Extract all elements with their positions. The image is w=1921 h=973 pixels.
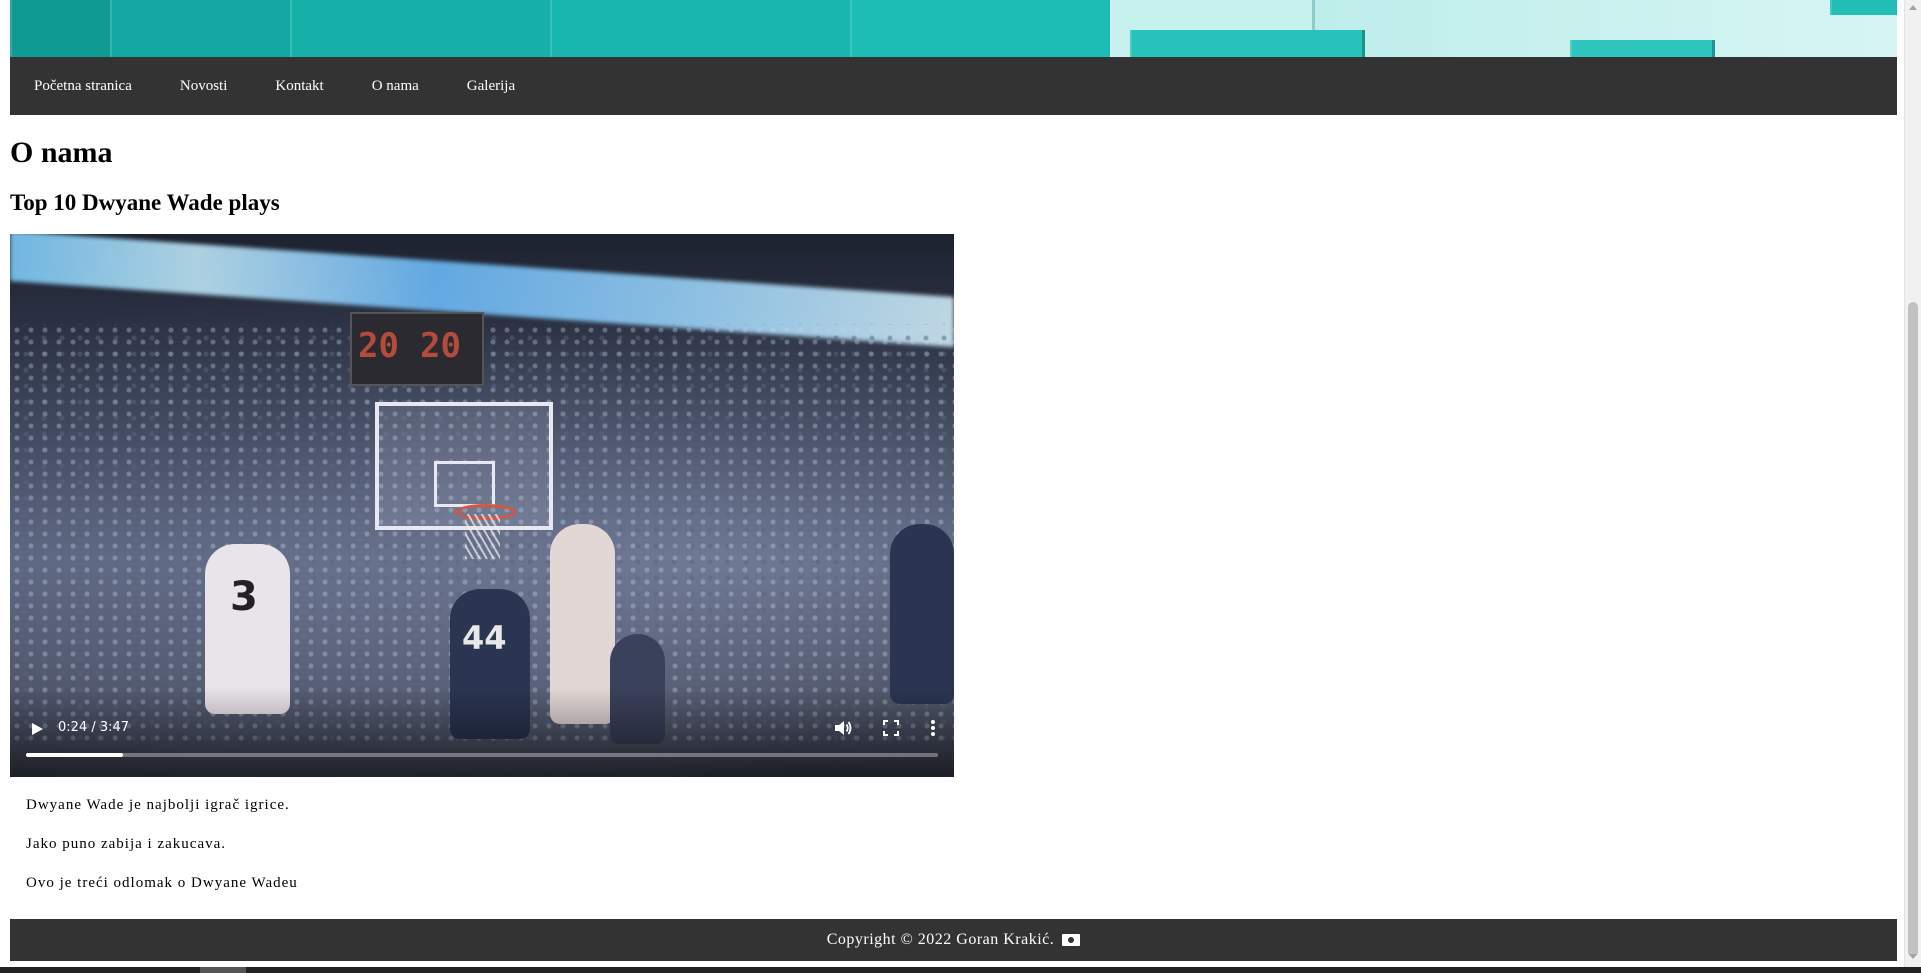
jersey-number-white: 3 (230, 574, 258, 620)
shot-clock-left: 20 (358, 326, 399, 366)
backboard-square (434, 461, 495, 507)
horizontal-scrollbar-thumb[interactable] (200, 967, 246, 973)
video-player[interactable]: 20 20 3 44 0:24 / 3:47 (10, 234, 954, 777)
paragraph: Ovo je treći odlomak o Dwyane Wadeu (26, 875, 298, 891)
jersey-number-dark: 44 (462, 619, 507, 657)
horizontal-scrollbar[interactable] (0, 967, 1921, 973)
page-footer: Copyright © 2022 Goran Krakić. (10, 919, 1897, 961)
more-vertical-icon[interactable] (928, 717, 938, 739)
volume-icon[interactable] (832, 717, 854, 739)
main-nav: Početna stranica Novosti Kontakt O nama … (10, 57, 1897, 115)
paragraph: Dwyane Wade je najbolji igrač igrice. (26, 797, 290, 813)
banner-cube (850, 0, 1115, 57)
article-content: Dwyane Wade je najbolji igrač igrice. Ja… (10, 795, 1897, 893)
video-progress-bar[interactable] (26, 753, 938, 757)
video-net (465, 514, 500, 559)
nav-item-novosti[interactable]: Novosti (156, 57, 252, 115)
video-title: Top 10 Dwyane Wade plays (10, 190, 280, 215)
video-time: 0:24 / 3:47 (58, 720, 130, 735)
video-shot-clock: 20 20 (350, 312, 484, 386)
header-banner (10, 0, 1897, 57)
copyright-text: Copyright © 2022 Goran Krakić. (826, 931, 1055, 948)
banner-cube (1830, 0, 1897, 15)
banner-cube (110, 0, 295, 57)
banner-cube (1130, 30, 1365, 57)
vertical-scrollbar[interactable] (1904, 0, 1921, 973)
nav-item-o-nama[interactable]: O nama (348, 57, 443, 115)
video-progress-fill (26, 753, 123, 757)
shot-clock-right: 20 (420, 326, 461, 366)
scroll-up-arrow-icon[interactable] (1909, 5, 1917, 10)
paragraph: Jako puno zabija i zakucava. (26, 836, 227, 852)
nav-item-galerija[interactable]: Galerija (443, 57, 539, 115)
banner-cube (10, 0, 115, 57)
page-title: O nama (10, 136, 113, 169)
fullscreen-icon[interactable] (880, 717, 902, 739)
page: Početna stranica Novosti Kontakt O nama … (10, 0, 1897, 912)
banner-cube (1570, 40, 1715, 57)
scroll-down-arrow-icon[interactable] (1909, 954, 1917, 959)
video-player-dark-3 (890, 524, 954, 704)
play-icon[interactable] (26, 718, 48, 740)
banner-cube (550, 0, 855, 57)
nav-item-pocetna[interactable]: Početna stranica (10, 57, 156, 115)
banner-cube (290, 0, 555, 57)
camera-icon (1062, 934, 1081, 946)
scrollbar-thumb[interactable] (1908, 302, 1918, 957)
nav-item-kontakt[interactable]: Kontakt (251, 57, 347, 115)
video-controls-shade (10, 687, 954, 777)
